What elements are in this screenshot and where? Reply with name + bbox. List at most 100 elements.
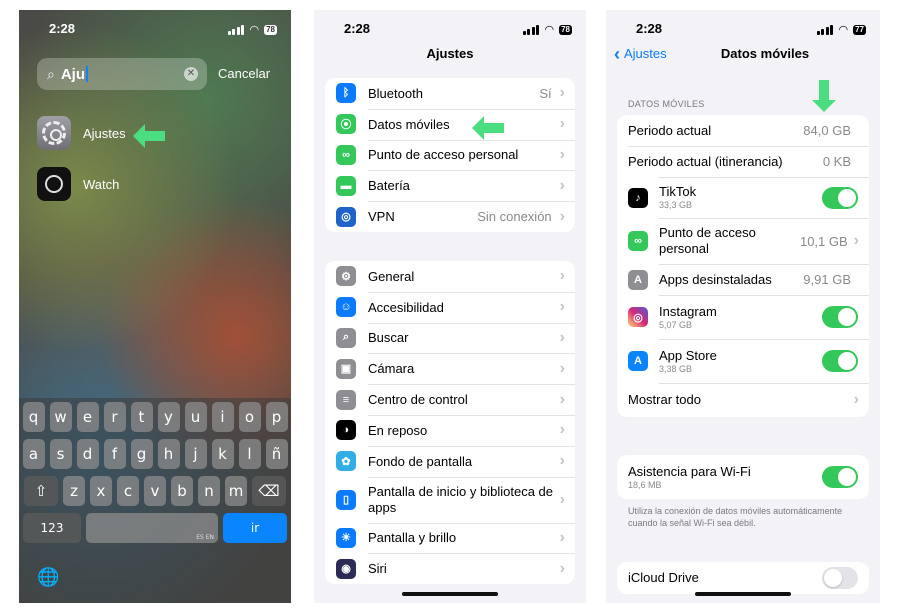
settings-row-siri[interactable]: ◉ Siri › (325, 553, 575, 584)
chevron-right-icon: › (559, 207, 565, 225)
settings-row-label: General (368, 268, 415, 284)
status-bar: 2:28 ◠ 78 (19, 10, 291, 46)
settings-row-pantalla-y-brillo[interactable]: ☀ Pantalla y brillo › (325, 522, 575, 554)
key-ñ[interactable]: ñ (265, 439, 288, 469)
wifi-icon: ◠ (544, 24, 555, 36)
globe-icon[interactable]: 🌐 (37, 567, 59, 587)
clear-icon[interactable]: ✕ (184, 67, 198, 81)
settings-row-datos-móviles[interactable]: ⦿ Datos móviles › (325, 108, 575, 140)
settings-row-accesibilidad[interactable]: ☺ Accesibilidad › (325, 291, 575, 323)
status-bar: 2:28 ◠ 78 (314, 10, 586, 46)
settings-row-label: Bluetooth (368, 85, 423, 101)
flower-icon: ✿ (336, 451, 356, 472)
settings-row-label: Pantalla y brillo (368, 530, 457, 546)
tiktok-icon: ♪ (628, 187, 648, 208)
tiktok-toggle[interactable] (822, 186, 858, 209)
chevron-right-icon: › (559, 559, 565, 577)
chevron-right-icon: › (559, 328, 565, 346)
go-key[interactable]: ir (223, 513, 287, 543)
search-icon: ⌕ (47, 65, 55, 82)
search-result-watch[interactable]: Watch (37, 167, 119, 201)
settings-row-pantalla-de-inicio-y-biblioteca-de-apps[interactable]: ▯ Pantalla de inicio y biblioteca de apps… (325, 476, 575, 523)
key-y[interactable]: y (157, 402, 180, 432)
show-all-row[interactable]: Mostrar todo › (617, 383, 869, 417)
key-i[interactable]: i (211, 402, 234, 432)
chevron-right-icon: › (853, 232, 859, 249)
key-t[interactable]: t (130, 402, 153, 432)
app-store-toggle[interactable] (822, 350, 858, 372)
search-result-ajustes[interactable]: Ajustes (37, 116, 126, 150)
icloud-drive-row: iCloud Drive (617, 562, 869, 594)
wifi-assist-note: Utiliza la conexión de datos móviles aut… (628, 506, 843, 528)
settings-row-batería[interactable]: ▬ Batería › (325, 170, 575, 201)
green-arrow-down-icon (812, 80, 836, 112)
key-l[interactable]: l (238, 439, 261, 469)
chevron-right-icon: › (559, 176, 565, 194)
settings-row-value: Sí (539, 85, 552, 101)
key-g[interactable]: g (130, 439, 153, 469)
key-b[interactable]: b (171, 476, 193, 506)
key-z[interactable]: z (63, 476, 85, 506)
space-key[interactable]: ES EN (86, 513, 218, 543)
settings-row-en-reposo[interactable]: ◑ En reposo › (325, 414, 575, 446)
key-w[interactable]: w (49, 402, 72, 432)
settings-row-centro-de-control[interactable]: ≡ Centro de control › (325, 384, 575, 415)
key-n[interactable]: n (198, 476, 220, 506)
settings-row-punto-de-acceso-personal[interactable]: ∞ Punto de acceso personal › (325, 139, 575, 171)
key-q[interactable]: q (22, 402, 45, 432)
key-m[interactable]: m (225, 476, 247, 506)
icloud-drive-toggle[interactable] (822, 567, 858, 589)
navigation-bar: ‹ Ajustes Datos móviles (606, 45, 880, 74)
chevron-right-icon: › (559, 84, 565, 102)
key-c[interactable]: c (117, 476, 139, 506)
instagram-toggle[interactable] (822, 306, 858, 328)
shift-key[interactable]: ⇧ (24, 476, 58, 506)
settings-row-cámara[interactable]: ▣ Cámara › (325, 353, 575, 384)
spotlight-search-input[interactable]: ⌕ Aju ✕ (37, 58, 207, 90)
settings-row-bluetooth[interactable]: ᛒ Bluetooth Sí › (325, 78, 575, 109)
link-icon: ∞ (336, 144, 356, 165)
back-button[interactable]: ‹ Ajustes (614, 45, 667, 63)
key-p[interactable]: p (265, 402, 288, 432)
app-store-gray-icon: A (628, 269, 648, 290)
app-row-hotspot[interactable]: ∞ Punto de acceso personal 10,1 GB › (617, 218, 869, 264)
settings-row-value: Sin conexión (477, 209, 552, 225)
wifi-assist-toggle[interactable] (822, 466, 858, 488)
antenna-icon: ⦿ (336, 114, 356, 135)
settings-row-buscar[interactable]: ⌕ Buscar › (325, 322, 575, 354)
numbers-key[interactable]: 123 (23, 513, 81, 543)
key-h[interactable]: h (157, 439, 180, 469)
app-row-instagram: ◎ Instagram 5,07 GB (617, 295, 869, 339)
cellular-signal-icon (522, 24, 540, 35)
key-f[interactable]: f (103, 439, 126, 469)
key-a[interactable]: a (22, 439, 45, 469)
page-title: Datos móviles (720, 46, 810, 61)
key-s[interactable]: s (49, 439, 72, 469)
delete-key[interactable]: ⌫ (252, 476, 286, 506)
key-u[interactable]: u (184, 402, 207, 432)
key-j[interactable]: j (184, 439, 207, 469)
key-k[interactable]: k (211, 439, 234, 469)
key-v[interactable]: v (144, 476, 166, 506)
settings-row-fondo-de-pantalla[interactable]: ✿ Fondo de pantalla › (325, 445, 575, 477)
chevron-right-icon: › (559, 359, 565, 377)
cancel-button[interactable]: Cancelar (218, 66, 270, 81)
chevron-right-icon: › (559, 421, 565, 439)
search-query: Aju (60, 65, 86, 83)
settings-row-general[interactable]: ⚙ General › (325, 261, 575, 292)
key-e[interactable]: e (76, 402, 99, 432)
key-d[interactable]: d (76, 439, 99, 469)
app-usage: 3,38 GB (659, 363, 693, 374)
bluetooth-icon: ᛒ (336, 83, 356, 104)
back-label: Ajustes (624, 46, 667, 61)
key-o[interactable]: o (238, 402, 261, 432)
app-row-tiktok: ♪ TikTok 33,3 GB (617, 177, 869, 218)
key-x[interactable]: x (90, 476, 112, 506)
chevron-right-icon: › (559, 490, 565, 508)
settings-group-connectivity: ᛒ Bluetooth Sí › ⦿ Datos móviles › ∞ Punto de ac… (325, 78, 575, 232)
settings-row-vpn[interactable]: ◎ VPN Sin conexión › (325, 201, 575, 232)
settings-row-label: Fondo de pantalla (368, 453, 473, 469)
current-period-row: Periodo actual 84,0 GB (628, 122, 851, 139)
key-r[interactable]: r (103, 402, 126, 432)
settings-group-general: ⚙ General › ☺ Accesibilidad › ⌕ Buscar › ▣ Cámara ›… (325, 261, 575, 585)
